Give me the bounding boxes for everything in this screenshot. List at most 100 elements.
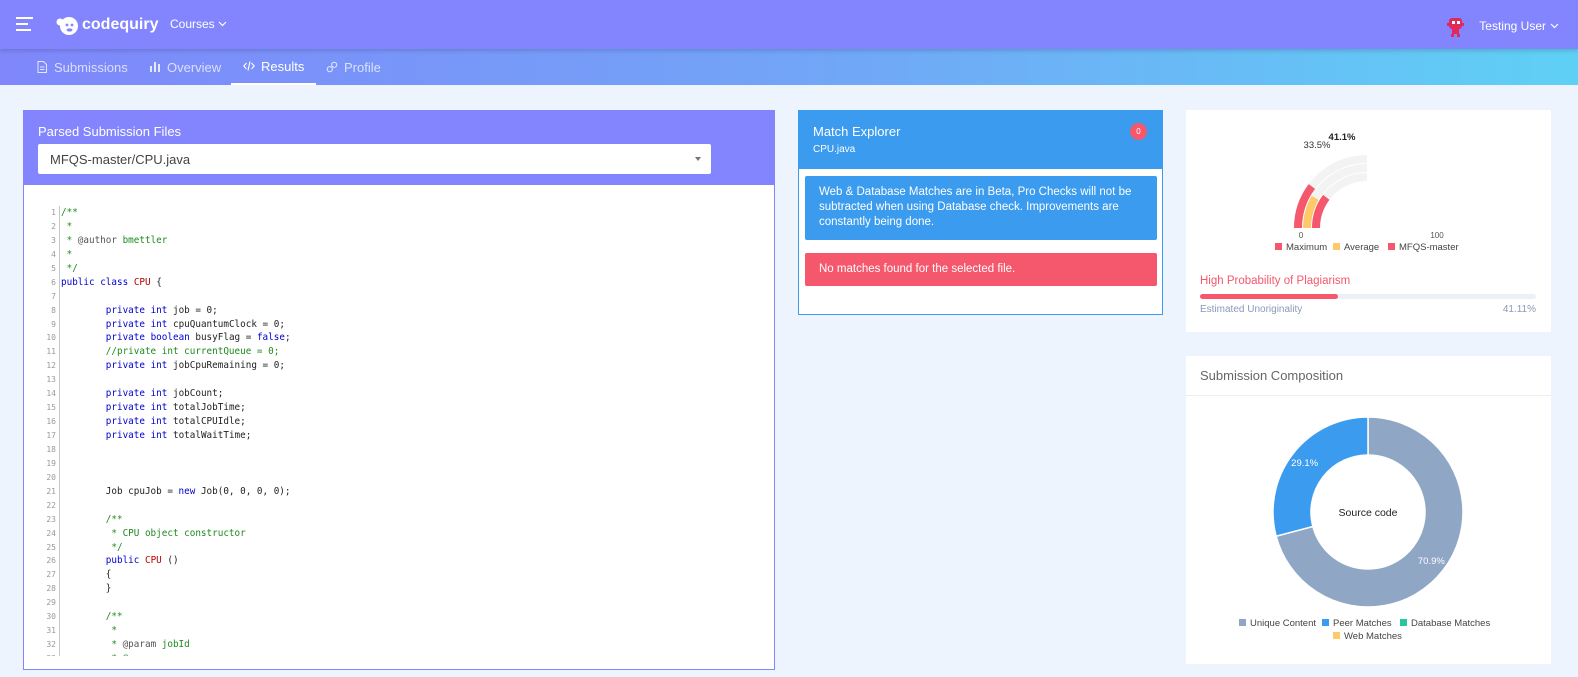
code-line: 13 [38, 373, 758, 388]
courses-label: Courses [170, 17, 215, 31]
donut-center-label: Source code [1339, 507, 1398, 519]
match-explorer-title: Match Explorer [813, 124, 901, 139]
user-name: Testing User [1479, 19, 1546, 33]
code-token: * [61, 248, 73, 260]
code-line: 29 [38, 596, 758, 611]
line-number: 28 [38, 582, 60, 597]
code-line: 17 private int totalWaitTime; [38, 429, 758, 443]
code-token: int [150, 318, 168, 330]
estimated-label: Estimated Unoriginality [1200, 304, 1303, 315]
file-select[interactable]: MFQS-master/CPU.java [38, 144, 711, 174]
chevron-down-icon [1550, 23, 1559, 29]
code-line: 15 private int totalJobTime; [38, 401, 758, 416]
code-token: * [105, 625, 117, 637]
code-token: Job cpuJob = [61, 485, 179, 497]
parsed-files-card: Parsed Submission Files MFQS-master/CPU.… [23, 110, 775, 670]
code-token: busyFlag = [189, 332, 257, 344]
slice-value-label: 70.9% [1418, 556, 1445, 567]
code-line: 10 private boolean busyFlag = false; [38, 331, 758, 346]
tab-overview[interactable]: Overview [137, 49, 233, 85]
caret-down-icon [695, 157, 701, 161]
selected-file: MFQS-master/CPU.java [50, 151, 191, 167]
code-line: 33 * @ [38, 652, 758, 656]
code-token: * @ [106, 652, 128, 656]
match-explorer-header: Match Explorer CPU.java 0 [799, 111, 1162, 169]
composition-title: Submission Composition [1200, 368, 1344, 383]
legend-swatch [1333, 243, 1340, 250]
legend-swatch [1388, 243, 1395, 250]
line-number: 29 [38, 596, 60, 611]
brand-logo[interactable]: codequiry [54, 13, 158, 37]
code-token: jobId [156, 639, 190, 651]
estimated-value: 41.11% [1502, 304, 1536, 315]
match-explorer-file: CPU.java [813, 144, 856, 155]
legend-label: Maximum [1286, 242, 1327, 253]
line-number: 11 [38, 345, 60, 360]
code-line: 16 private int totalCPUIdle; [38, 415, 758, 429]
line-number: 17 [38, 429, 60, 443]
unoriginality-progress-fill [1200, 294, 1339, 299]
code-icon [243, 61, 255, 71]
code-token: () [161, 555, 179, 567]
line-number: 24 [38, 526, 60, 541]
brand-name: codequiry [82, 16, 159, 33]
tab-profile-label: Profile [344, 59, 381, 75]
axis-tick-label: 100 [1430, 231, 1444, 240]
code-token: int [150, 388, 168, 400]
code-token: bmettler [116, 234, 168, 246]
top-navbar: codequiry Courses Testing User [0, 0, 1578, 49]
legend-label: MFQS-master [1399, 242, 1459, 253]
hamburger-menu-icon[interactable] [16, 17, 33, 31]
code-token: false [256, 332, 285, 344]
slice-value-label: 29.1% [1291, 458, 1318, 469]
legend-label: Unique Content [1250, 618, 1316, 629]
code-token: //private int currentQueue = 0; [105, 346, 280, 358]
legend-swatch [1275, 243, 1282, 250]
code-line: 4 * [38, 247, 758, 262]
tab-profile[interactable]: Profile [314, 49, 393, 85]
code-token: private [105, 360, 145, 372]
tab-results-label: Results [261, 58, 305, 74]
legend-swatch [1400, 619, 1407, 626]
courses-dropdown[interactable]: Courses [170, 17, 227, 31]
line-number: 33 [38, 652, 60, 656]
code-viewer[interactable]: 1/** 2 * 3 * @author bmettler 4 * 5 */6 publi… [38, 206, 758, 656]
code-token: boolean [150, 332, 190, 344]
line-number: 6 [38, 275, 60, 290]
line-number: 8 [38, 303, 60, 318]
tab-results[interactable]: Results [231, 49, 317, 85]
code-token: int [150, 430, 168, 441]
code-token: private [105, 332, 145, 344]
line-number: 12 [38, 359, 60, 374]
line-number: 2 [38, 219, 60, 234]
link-icon [326, 61, 338, 73]
user-menu[interactable]: Testing User [1445, 14, 1559, 38]
line-number: 32 [38, 638, 60, 652]
line-number: 15 [38, 401, 60, 416]
code-token: new [178, 485, 196, 497]
code-token: private [105, 304, 145, 316]
code-line: 20 [38, 470, 758, 485]
code-token: { [150, 276, 162, 288]
beta-info-alert: Web & Database Matches are in Beta, Pro … [805, 176, 1157, 240]
tab-submissions[interactable]: Submissions [24, 49, 140, 85]
line-number: 13 [38, 373, 60, 388]
line-number: 30 [38, 610, 60, 625]
code-token: class [100, 276, 129, 288]
code-line: 27 { [38, 568, 758, 583]
code-line: 22 [38, 498, 758, 513]
code-token: @author [77, 234, 117, 246]
code-token: private [105, 430, 145, 441]
code-token: /** [105, 611, 123, 623]
code-token: int [150, 416, 168, 428]
code-line: 6 public class CPU { [38, 275, 758, 290]
line-number: 4 [38, 247, 60, 262]
code-line: 19 [38, 456, 758, 471]
